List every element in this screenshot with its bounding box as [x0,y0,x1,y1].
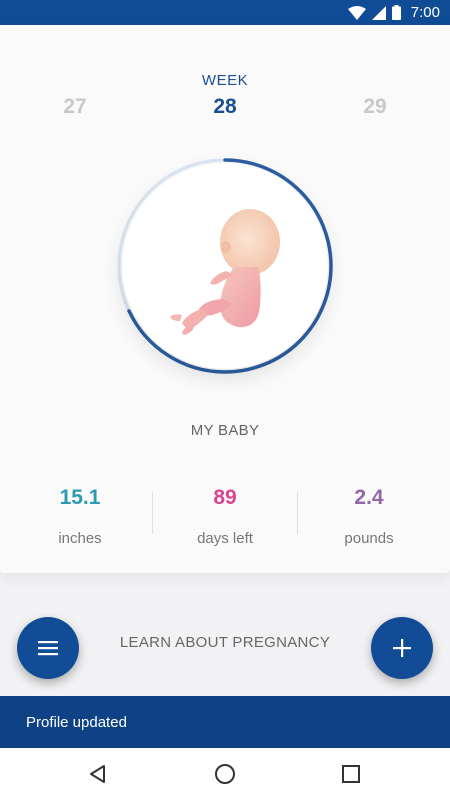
my-baby-label: MY BABY [190,422,260,439]
stat-weight-value: 2.4 [354,486,384,509]
stat-length: 15.1 inches [10,486,150,547]
stat-divider [297,492,298,534]
week-current[interactable]: 28 [200,95,250,119]
baby-circle[interactable] [122,163,328,369]
menu-icon [38,641,58,656]
stat-weight-label: pounds [344,530,394,547]
menu-button[interactable] [17,617,79,679]
plus-icon [393,639,411,657]
back-icon [90,765,105,783]
status-time: 7:00 [410,4,440,21]
system-nav-bar [0,748,450,800]
stat-length-label: inches [58,530,102,547]
stat-length-value: 15.1 [59,486,101,509]
status-icons: 7:00 [347,4,440,21]
week-next[interactable]: 29 [350,95,400,119]
stat-days-left: 89 days left [155,486,295,547]
stat-weight: 2.4 pounds [299,486,439,547]
fetus-illustration [170,209,280,335]
recents-icon [342,765,360,783]
recents-button[interactable] [337,760,365,788]
home-icon [215,764,235,784]
stat-divider [152,492,153,534]
week-prev[interactable]: 27 [50,95,100,119]
wifi-icon [347,5,366,20]
snackbar-message: Profile updated [26,714,127,731]
stat-days-left-value: 89 [213,486,237,509]
week-progress-ring [116,157,334,375]
stat-days-left-label: days left [197,530,253,547]
battery-icon [391,5,401,20]
back-button[interactable] [84,760,112,788]
snackbar: Profile updated [0,696,450,748]
signal-icon [371,5,386,20]
status-bar: 7:00 [0,0,450,25]
add-button[interactable] [371,617,433,679]
week-label: WEEK [201,72,249,89]
home-button[interactable] [211,760,239,788]
